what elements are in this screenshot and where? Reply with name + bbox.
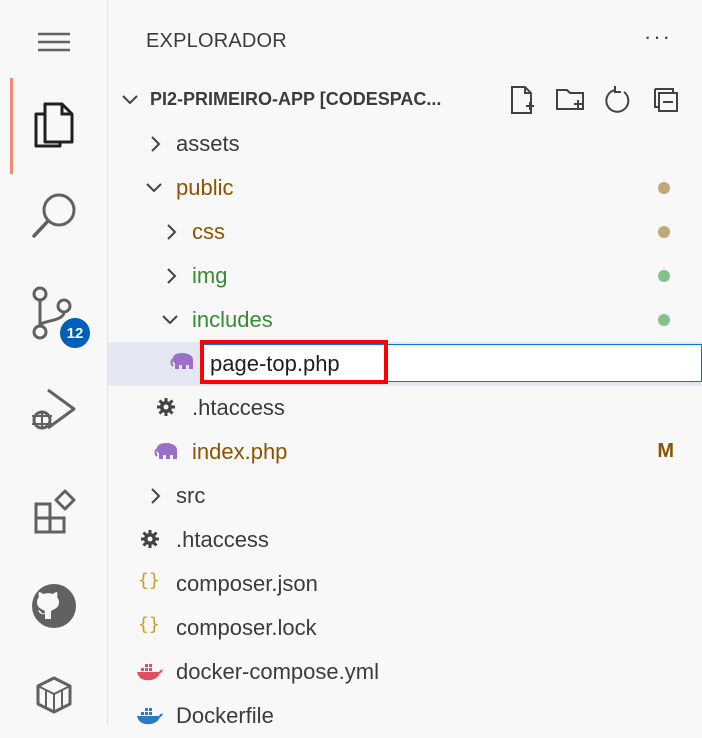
remote-explorer-icon bbox=[36, 676, 71, 714]
run-debug-button[interactable] bbox=[0, 370, 107, 450]
new-file-icon[interactable] bbox=[506, 84, 538, 116]
workspace-root-title: PI2-PRIMEIRO-APP [CODESPAC... bbox=[150, 89, 442, 109]
chevron-right-icon bbox=[151, 136, 161, 152]
more-actions-button[interactable]: ··· bbox=[644, 24, 672, 50]
source-control-button[interactable] bbox=[0, 274, 107, 354]
docker-whale-icon bbox=[137, 664, 163, 681]
tree-item-label: assets bbox=[176, 131, 240, 156]
source-control-badge: 12 bbox=[60, 318, 90, 348]
extensions-icon bbox=[34, 489, 75, 534]
tree-item-page-top-php[interactable]: page-top.php bbox=[108, 340, 702, 386]
gear-icon bbox=[157, 398, 175, 416]
menu-button[interactable] bbox=[0, 2, 107, 82]
run-debug-icon bbox=[31, 388, 75, 430]
docker-whale-icon bbox=[137, 708, 163, 725]
gear-icon bbox=[141, 530, 159, 548]
tree-item-label: Dockerfile bbox=[176, 703, 274, 728]
modified-dot bbox=[658, 226, 670, 238]
php-elephant-icon bbox=[170, 353, 193, 369]
tree-item-label: .htaccess bbox=[192, 395, 285, 420]
tree-item-img[interactable]: img bbox=[108, 254, 702, 298]
tree-item-assets[interactable]: assets bbox=[108, 122, 702, 166]
php-elephant-icon bbox=[154, 443, 177, 459]
explorer-sidebar: EXPLORADOR ··· PI2-PRIMEIRO-APP [CODESPA… bbox=[108, 0, 702, 728]
chevron-right-icon bbox=[167, 224, 177, 240]
tree-item-label: index.php bbox=[192, 439, 288, 464]
tree-item-css[interactable]: css bbox=[108, 210, 702, 254]
vscode-window: 12 EXPLORADOR ··· PI2-PRIMEIRO-APP [CODE… bbox=[0, 0, 702, 728]
tree-item-label: composer.lock bbox=[176, 615, 317, 640]
rename-input-value: page-top.php bbox=[210, 351, 340, 376]
tree-item-docker-compose[interactable]: docker-compose.yml bbox=[108, 650, 702, 694]
refresh-icon[interactable] bbox=[602, 84, 634, 116]
json-braces-icon: {} bbox=[138, 614, 160, 635]
github-button[interactable] bbox=[0, 566, 107, 646]
tree-item-label: composer.json bbox=[176, 571, 318, 596]
collapse-all-icon[interactable] bbox=[650, 84, 682, 116]
tree-item-label: src bbox=[176, 483, 206, 508]
chevron-down-icon bbox=[122, 95, 138, 105]
search-button[interactable] bbox=[0, 176, 107, 256]
tree-item-htaccess-public[interactable]: .htaccess bbox=[108, 386, 702, 430]
search-icon bbox=[31, 193, 75, 238]
tree-item-label: .htaccess bbox=[176, 527, 269, 552]
root-actions bbox=[506, 84, 682, 116]
tree-item-label: public bbox=[176, 175, 234, 200]
sidebar-title: EXPLORADOR bbox=[146, 30, 287, 52]
new-folder-icon[interactable] bbox=[554, 84, 586, 116]
hamburger-menu-icon bbox=[37, 32, 70, 52]
tree-item-composer-lock[interactable]: {} composer.lock bbox=[108, 606, 702, 650]
activity-bar: 12 bbox=[0, 0, 108, 726]
explorer-button[interactable] bbox=[0, 84, 107, 164]
tree-item-htaccess-root[interactable]: .htaccess bbox=[108, 518, 702, 562]
tree-item-index-php[interactable]: index.php M bbox=[108, 430, 702, 474]
tree-item-label: docker-compose.yml bbox=[176, 659, 379, 684]
tree-item-src[interactable]: src bbox=[108, 474, 702, 518]
chevron-down-icon bbox=[162, 315, 178, 325]
tree-item-includes[interactable]: includes bbox=[108, 298, 702, 342]
untracked-dot bbox=[658, 314, 670, 326]
json-braces-icon: {} bbox=[138, 570, 160, 591]
tree-item-composer-json[interactable]: {} composer.json bbox=[108, 562, 702, 606]
extensions-button[interactable] bbox=[0, 474, 107, 554]
chevron-right-icon bbox=[167, 268, 177, 284]
files-icon bbox=[34, 102, 73, 148]
github-icon bbox=[31, 584, 76, 628]
tree-item-label: img bbox=[192, 263, 228, 288]
tree-item-label: css bbox=[192, 219, 225, 244]
chevron-right-icon bbox=[151, 488, 161, 504]
modified-status: M bbox=[657, 440, 674, 462]
modified-dot bbox=[658, 182, 670, 194]
tree-item-public[interactable]: public bbox=[108, 166, 702, 210]
tree-item-dockerfile[interactable]: Dockerfile bbox=[108, 694, 702, 738]
chevron-down-icon bbox=[146, 183, 162, 193]
remote-explorer-button[interactable] bbox=[0, 656, 107, 736]
rename-input[interactable]: page-top.php bbox=[202, 344, 702, 382]
workspace-root-header[interactable]: PI2-PRIMEIRO-APP [CODESPAC... bbox=[108, 78, 702, 122]
untracked-dot bbox=[658, 270, 670, 282]
tree-item-label: includes bbox=[192, 307, 273, 332]
